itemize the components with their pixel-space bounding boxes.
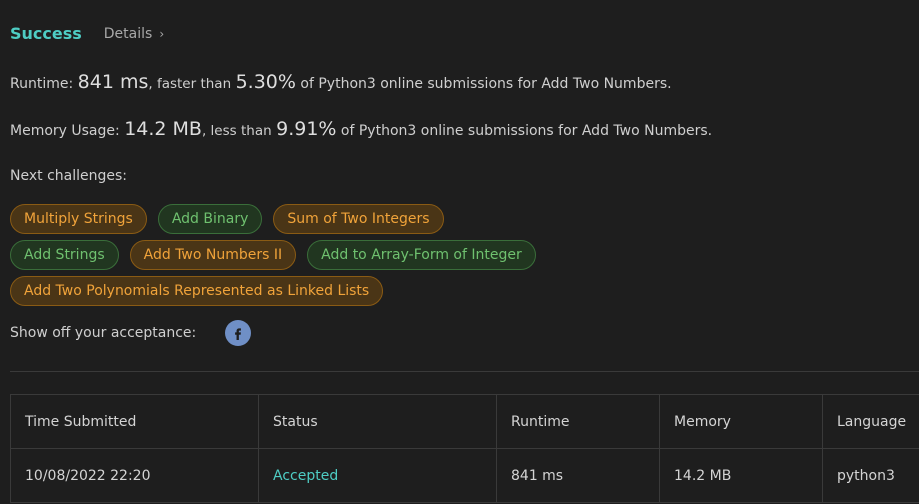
header-language: Language xyxy=(822,394,919,449)
header-time-submitted: Time Submitted xyxy=(10,394,259,449)
challenge-add-binary[interactable]: Add Binary xyxy=(157,204,263,234)
table-row: 10/08/2022 22:20 Accepted 841 ms 14.2 MB… xyxy=(10,448,919,503)
cell-status-accepted[interactable]: Accepted xyxy=(258,448,497,503)
facebook-glyph xyxy=(235,328,242,340)
header-status: Status xyxy=(258,394,497,449)
memory-suffix: of Python3 online submissions for Add Tw… xyxy=(340,123,713,139)
share-label: Show off your acceptance: xyxy=(10,325,197,341)
details-label: Details xyxy=(103,25,153,42)
challenge-row: Add Strings Add Two Numbers II Add to Ar… xyxy=(10,240,536,270)
result-header: Success Details › xyxy=(10,24,164,43)
divider xyxy=(10,371,919,372)
cell-time-submitted: 10/08/2022 22:20 xyxy=(10,448,259,503)
header-runtime: Runtime xyxy=(496,394,660,449)
memory-value: 14.2 MB xyxy=(124,118,202,140)
memory-stat: Memory Usage: 14.2 MB, less than 9.91% o… xyxy=(10,118,712,140)
chevron-right-icon: › xyxy=(159,26,165,41)
cell-language: python3 xyxy=(822,448,919,503)
runtime-suffix: of Python3 online submissions for Add Tw… xyxy=(300,76,672,92)
cell-runtime: 841 ms xyxy=(496,448,660,503)
next-challenges-label: Next challenges: xyxy=(10,168,127,184)
facebook-icon[interactable] xyxy=(225,320,252,346)
challenge-sum-of-two-integers[interactable]: Sum of Two Integers xyxy=(273,204,444,234)
challenge-multiply-strings[interactable]: Multiply Strings xyxy=(10,204,147,234)
challenge-add-strings[interactable]: Add Strings xyxy=(10,240,119,270)
memory-label: Memory Usage: xyxy=(10,123,120,139)
share-row: Show off your acceptance: xyxy=(10,320,252,346)
challenge-row: Add Two Polynomials Represented as Linke… xyxy=(10,276,384,306)
challenge-add-two-numbers-ii[interactable]: Add Two Numbers II xyxy=(129,240,297,270)
runtime-label: Runtime: xyxy=(10,76,74,92)
challenge-add-two-polynomials[interactable]: Add Two Polynomials Represented as Linke… xyxy=(10,276,384,306)
runtime-value: 841 ms xyxy=(77,71,149,93)
cell-memory: 14.2 MB xyxy=(659,448,823,503)
details-link[interactable]: Details › xyxy=(104,26,164,42)
runtime-stat: Runtime: 841 ms, faster than 5.30% of Py… xyxy=(10,71,672,93)
challenge-add-to-array-form[interactable]: Add to Array-Form of Integer xyxy=(307,240,536,270)
memory-percent: 9.91% xyxy=(276,118,337,140)
memory-compare: , less than xyxy=(201,123,272,139)
runtime-compare: , faster than xyxy=(148,76,232,92)
submission-result-page: Success Details › Runtime: 841 ms, faste… xyxy=(0,0,919,504)
header-memory: Memory xyxy=(659,394,823,449)
status-success: Success xyxy=(10,24,82,43)
table-header-row: Time Submitted Status Runtime Memory Lan… xyxy=(10,394,919,449)
challenge-row: Multiply Strings Add Binary Sum of Two I… xyxy=(10,204,444,234)
runtime-percent: 5.30% xyxy=(235,71,296,93)
submissions-table: Time Submitted Status Runtime Memory Lan… xyxy=(10,394,919,503)
